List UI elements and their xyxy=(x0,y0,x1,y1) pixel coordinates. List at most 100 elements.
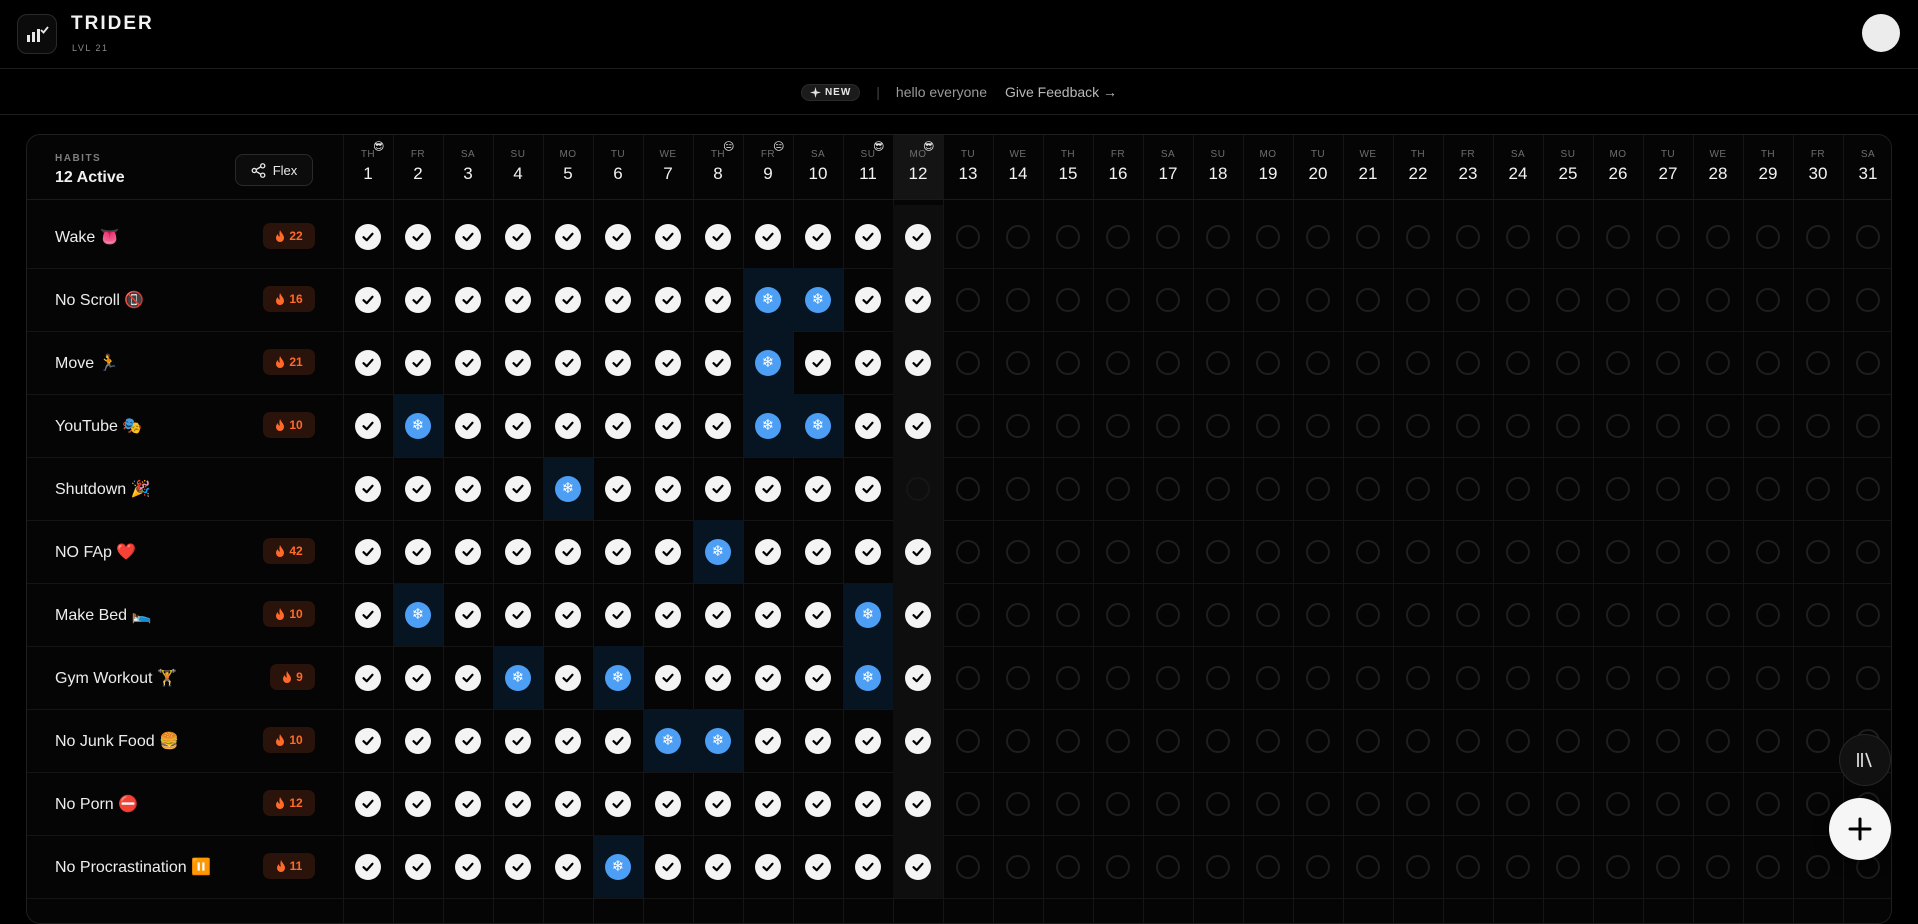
empty-day-circle[interactable] xyxy=(1756,602,1780,627)
completed-check[interactable] xyxy=(605,223,631,250)
habit-day-cell[interactable]: ❄ xyxy=(593,646,643,709)
habit-day-cell[interactable] xyxy=(1843,646,1891,709)
empty-day-circle[interactable] xyxy=(1306,287,1330,312)
habit-day-cell[interactable] xyxy=(1493,457,1543,520)
habit-day-cell[interactable] xyxy=(393,646,443,709)
habit-day-cell[interactable] xyxy=(1543,331,1593,394)
empty-day-circle[interactable] xyxy=(1156,665,1180,690)
empty-day-circle[interactable] xyxy=(1656,287,1680,312)
completed-check[interactable] xyxy=(755,664,781,691)
empty-day-circle[interactable] xyxy=(1056,224,1080,249)
completed-check[interactable] xyxy=(355,286,381,313)
habit-name[interactable]: Gym Workout 🏋 xyxy=(55,646,177,709)
completed-check[interactable] xyxy=(705,286,731,313)
habit-day-cell[interactable] xyxy=(1393,835,1443,898)
habit-day-cell[interactable] xyxy=(1793,709,1843,772)
habit-day-cell[interactable] xyxy=(993,835,1043,898)
completed-check[interactable] xyxy=(805,853,831,880)
empty-day-circle[interactable] xyxy=(1306,476,1330,501)
habit-day-cell[interactable] xyxy=(1743,520,1793,583)
empty-day-circle[interactable] xyxy=(1606,539,1630,564)
empty-day-circle[interactable] xyxy=(1806,728,1830,753)
empty-day-circle[interactable] xyxy=(1206,287,1230,312)
habit-day-cell[interactable] xyxy=(1243,772,1293,835)
completed-check[interactable] xyxy=(555,412,581,439)
empty-day-circle[interactable] xyxy=(1456,350,1480,375)
empty-day-circle[interactable] xyxy=(1656,350,1680,375)
habit-day-cell[interactable] xyxy=(393,205,443,268)
empty-day-circle[interactable] xyxy=(1356,539,1380,564)
empty-day-circle[interactable] xyxy=(1756,350,1780,375)
completed-check[interactable] xyxy=(655,853,681,880)
habit-day-cell[interactable] xyxy=(993,520,1043,583)
habit-day-cell[interactable] xyxy=(1143,646,1193,709)
habit-day-cell[interactable] xyxy=(843,457,893,520)
habit-day-cell[interactable] xyxy=(893,583,943,646)
habit-day-cell[interactable] xyxy=(343,646,393,709)
habit-day-cell[interactable] xyxy=(943,331,993,394)
habit-day-cell[interactable] xyxy=(1393,394,1443,457)
completed-check[interactable] xyxy=(505,538,531,565)
empty-day-circle[interactable] xyxy=(1406,224,1430,249)
completed-check[interactable] xyxy=(855,538,881,565)
habit-day-cell[interactable] xyxy=(1643,205,1693,268)
habit-day-cell[interactable] xyxy=(1493,583,1543,646)
habit-day-cell[interactable] xyxy=(793,205,843,268)
habit-day-cell[interactable] xyxy=(643,646,693,709)
empty-day-circle[interactable] xyxy=(1156,791,1180,816)
completed-check[interactable] xyxy=(355,538,381,565)
empty-day-circle[interactable] xyxy=(1706,350,1730,375)
completed-check[interactable] xyxy=(605,412,631,439)
empty-day-circle[interactable] xyxy=(1606,287,1630,312)
habit-day-cell[interactable]: ❄ xyxy=(793,268,843,331)
habit-day-cell[interactable] xyxy=(1143,835,1193,898)
habit-day-cell[interactable] xyxy=(493,772,543,835)
habit-day-cell[interactable] xyxy=(1193,520,1243,583)
snowflake-icon[interactable]: ❄ xyxy=(605,664,631,691)
habit-day-cell[interactable] xyxy=(443,583,493,646)
completed-check[interactable] xyxy=(755,223,781,250)
empty-day-circle[interactable] xyxy=(1456,413,1480,438)
habit-day-cell[interactable] xyxy=(1043,394,1093,457)
empty-day-circle[interactable] xyxy=(1556,224,1580,249)
empty-day-circle[interactable] xyxy=(1056,476,1080,501)
habit-day-cell[interactable] xyxy=(1243,331,1293,394)
empty-day-circle[interactable] xyxy=(1606,476,1630,501)
completed-check[interactable] xyxy=(355,790,381,817)
habit-day-cell[interactable] xyxy=(743,709,793,772)
empty-day-circle[interactable] xyxy=(1606,665,1630,690)
empty-day-circle[interactable] xyxy=(1556,854,1580,879)
snowflake-icon[interactable]: ❄ xyxy=(505,664,531,691)
empty-day-circle[interactable] xyxy=(1056,350,1080,375)
habit-day-cell[interactable] xyxy=(393,268,443,331)
habit-day-cell[interactable] xyxy=(943,709,993,772)
empty-day-circle[interactable] xyxy=(1356,854,1380,879)
empty-day-circle[interactable] xyxy=(1456,476,1480,501)
habit-name[interactable]: Wake 👅 xyxy=(55,205,120,268)
snowflake-icon[interactable]: ❄ xyxy=(605,853,631,880)
habit-day-cell[interactable] xyxy=(543,394,593,457)
habit-day-cell[interactable] xyxy=(393,331,443,394)
empty-day-circle[interactable] xyxy=(956,287,980,312)
habit-day-cell[interactable] xyxy=(1643,457,1693,520)
completed-check[interactable] xyxy=(905,538,931,565)
app-logo[interactable] xyxy=(17,14,57,54)
habit-day-cell[interactable] xyxy=(993,394,1043,457)
empty-day-circle[interactable] xyxy=(1056,539,1080,564)
empty-day-circle[interactable] xyxy=(1206,854,1230,879)
empty-day-circle[interactable] xyxy=(1006,413,1030,438)
empty-day-circle[interactable] xyxy=(1456,224,1480,249)
habit-day-cell[interactable] xyxy=(1093,394,1143,457)
habit-day-cell[interactable] xyxy=(743,520,793,583)
habit-day-cell[interactable] xyxy=(943,457,993,520)
habit-day-cell[interactable] xyxy=(1543,520,1593,583)
habit-day-cell[interactable] xyxy=(1393,457,1443,520)
habit-day-cell[interactable] xyxy=(993,331,1043,394)
habit-day-cell[interactable] xyxy=(1193,583,1243,646)
habit-day-cell[interactable] xyxy=(1243,394,1293,457)
empty-day-circle[interactable] xyxy=(1556,413,1580,438)
snowflake-icon[interactable]: ❄ xyxy=(705,727,731,754)
habit-day-cell[interactable] xyxy=(493,331,543,394)
snowflake-icon[interactable]: ❄ xyxy=(655,727,681,754)
habit-day-cell[interactable]: ❄ xyxy=(743,394,793,457)
